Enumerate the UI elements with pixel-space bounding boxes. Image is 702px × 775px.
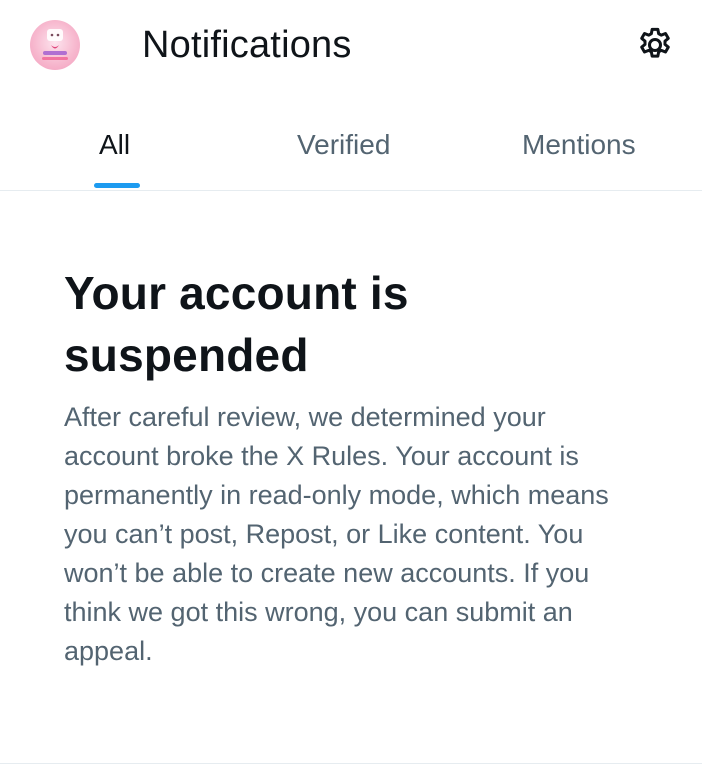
tab-all-label: All <box>99 129 131 160</box>
avatar-illustration-icon <box>42 29 68 60</box>
user-avatar[interactable] <box>30 20 80 70</box>
notification-tabs: All Verified Mentions <box>0 100 702 191</box>
tab-mentions-label: Mentions <box>522 129 636 160</box>
tab-verified[interactable]: Verified <box>234 100 468 190</box>
settings-button[interactable] <box>630 20 680 70</box>
tab-mentions[interactable]: Mentions <box>468 100 702 190</box>
gear-icon <box>640 27 670 58</box>
divider <box>0 763 702 764</box>
active-tab-indicator <box>94 183 140 188</box>
notice-body: After careful review, we determined your… <box>64 402 609 666</box>
tab-verified-label: Verified <box>297 129 391 160</box>
suspension-notice: Your account is suspended After careful … <box>64 262 664 671</box>
page-title: Notifications <box>142 24 352 66</box>
top-app-bar: Notifications <box>0 0 702 92</box>
tab-all[interactable]: All <box>0 100 234 190</box>
notice-title: Your account is suspended <box>64 267 409 381</box>
